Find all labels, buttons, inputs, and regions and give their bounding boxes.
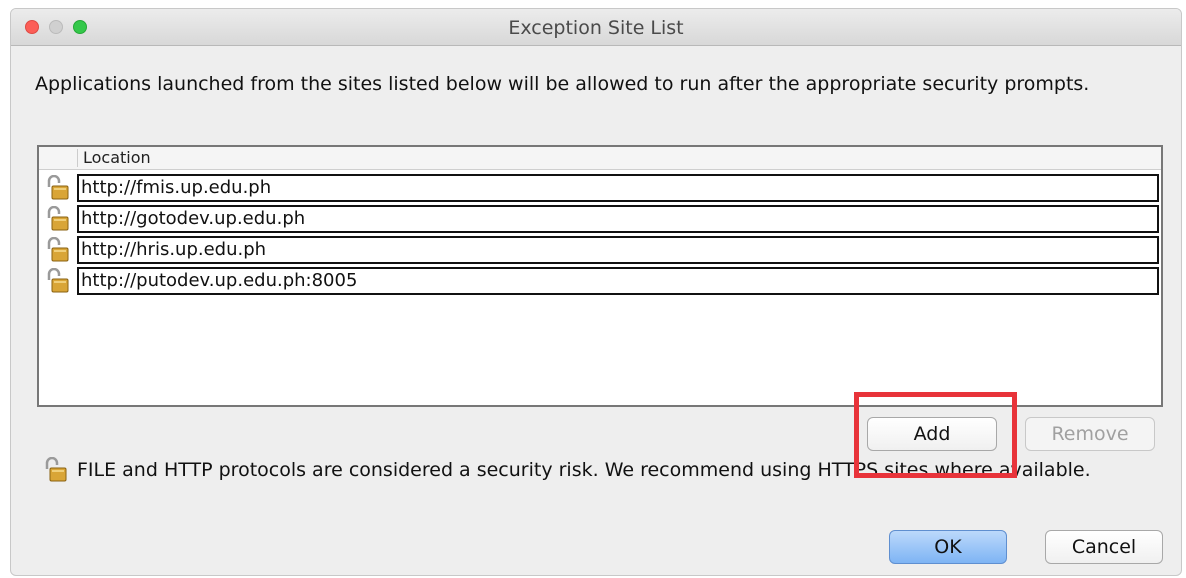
table-row[interactable]: http://putodev.up.edu.ph:8005 [39,266,1161,296]
add-button[interactable]: Add [867,417,997,451]
unlocked-padlock-icon [47,268,69,293]
remove-button[interactable]: Remove [1025,417,1155,451]
table-row[interactable]: http://fmis.up.edu.ph [39,173,1161,203]
location-cell[interactable]: http://fmis.up.edu.ph [77,174,1159,202]
unlocked-padlock-icon [47,206,69,231]
column-separator [77,149,78,167]
exception-site-table[interactable]: Location http://fmis.up.edu.ph http://go… [37,145,1163,407]
window-title: Exception Site List [508,17,684,39]
table-row[interactable]: http://hris.up.edu.ph [39,235,1161,265]
unlocked-padlock-icon [45,457,67,482]
security-warning: FILE and HTTP protocols are considered a… [41,457,1181,485]
exception-site-list-dialog: Exception Site List Applications launche… [10,8,1182,576]
title-bar[interactable]: Exception Site List [11,9,1181,46]
location-cell[interactable]: http://gotodev.up.edu.ph [77,205,1159,233]
description-text: Applications launched from the sites lis… [35,73,1090,95]
unlocked-padlock-icon [47,237,69,262]
table-header: Location [39,147,1161,170]
table-row[interactable]: http://gotodev.up.edu.ph [39,204,1161,234]
cancel-button[interactable]: Cancel [1045,530,1163,564]
location-cell[interactable]: http://hris.up.edu.ph [77,236,1159,264]
unlocked-padlock-icon [47,175,69,200]
warning-text: FILE and HTTP protocols are considered a… [77,459,1091,481]
location-cell[interactable]: http://putodev.up.edu.ph:8005 [77,267,1159,295]
location-column-header[interactable]: Location [83,148,151,167]
ok-button[interactable]: OK [889,530,1007,564]
